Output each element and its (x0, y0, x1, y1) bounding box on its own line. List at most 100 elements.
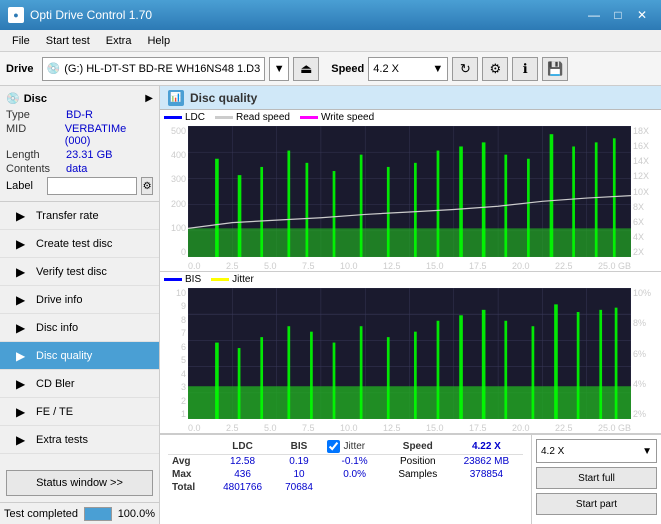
drive-label: Drive (6, 63, 34, 75)
drive-icon: 💿 (47, 62, 61, 75)
transfer-rate-icon: ▶ (16, 209, 30, 223)
progress-bar (85, 508, 111, 520)
speed-control: 4.2 X ▼ (536, 439, 657, 463)
disc-mid-row: MID VERBATIMe (000) (6, 123, 153, 147)
sidebar-item-drive-info[interactable]: ▶ Drive info (0, 286, 159, 314)
total-ldc: 4801766 (211, 481, 275, 494)
status-window-button[interactable]: Status window >> (6, 470, 153, 496)
sidebar-item-disc-info[interactable]: ▶ Disc info (0, 314, 159, 342)
save-button[interactable]: 💾 (542, 57, 568, 81)
bottom-chart: BIS Jitter (160, 272, 661, 434)
col-speed-value: 4.22 X (450, 439, 523, 455)
stats-table: LDC BIS Jitter Speed 4.22 X (168, 439, 523, 494)
speed-dropdown-arrow: ▼ (432, 63, 443, 75)
start-part-button[interactable]: Start part (536, 493, 657, 515)
disc-options-icon: ▶ (145, 93, 153, 104)
top-x-axis: 0.0 2.5 5.0 7.5 10.0 12.5 15.0 17.5 20.0… (188, 261, 631, 271)
speed-select[interactable]: 4.2 X ▼ (368, 57, 448, 81)
top-y-axis: 500 400 300 200 100 0 (160, 126, 186, 257)
disc-label-row: Label ⚙ (6, 177, 153, 195)
stats-table-container: LDC BIS Jitter Speed 4.22 X (160, 435, 531, 524)
toolbar: Drive 💿 (G:) HL-DT-ST BD-RE WH16NS48 1.D… (0, 52, 661, 86)
disc-quality-icon: ▶ (16, 349, 30, 363)
fe-te-icon: ▶ (16, 405, 30, 419)
sidebar-item-verify-test-disc[interactable]: ▶ Verify test disc (0, 258, 159, 286)
status-text: Test completed (4, 508, 78, 520)
disc-icon: 💿 (6, 92, 20, 105)
maximize-button[interactable]: □ (607, 5, 629, 25)
drive-text: (G:) HL-DT-ST BD-RE WH16NS48 1.D3 (64, 63, 260, 75)
bottom-y-axis: 10 9 8 7 6 5 4 3 2 1 (160, 288, 186, 419)
extra-tests-icon: ▶ (16, 433, 30, 447)
avg-ldc: 12.58 (211, 455, 275, 469)
col-speed-label: Speed (386, 439, 450, 455)
minimize-button[interactable]: — (583, 5, 605, 25)
sidebar-item-transfer-rate[interactable]: ▶ Transfer rate (0, 202, 159, 230)
drive-dropdown-btn[interactable]: ▼ (269, 57, 289, 81)
jitter-checkbox[interactable] (327, 440, 340, 453)
max-jitter: 0.0% (323, 468, 385, 481)
stats-max-row: Max 436 10 0.0% Samples 378854 (168, 468, 523, 481)
ldc-legend-color (164, 116, 182, 119)
sidebar-item-fe-te[interactable]: ▶ FE / TE (0, 398, 159, 426)
max-bis: 10 (275, 468, 324, 481)
info-button[interactable]: ℹ (512, 57, 538, 81)
chart-icon: 📊 (168, 90, 184, 106)
bottom-right-axis: 10% 8% 6% 4% 2% (633, 288, 661, 419)
refresh-button[interactable]: ↻ (452, 57, 478, 81)
speed-dropdown[interactable]: 4.2 X ▼ (536, 439, 657, 463)
chart-area: 📊 Disc quality LDC Read speed (160, 86, 661, 524)
legend-ldc: LDC (164, 112, 205, 123)
disc-mid-value: VERBATIMe (000) (65, 123, 153, 147)
progress-pct: 100.0% (118, 508, 155, 520)
bis-legend-color (164, 278, 182, 281)
disc-title: 💿 Disc (6, 92, 47, 105)
menubar: File Start test Extra Help (0, 30, 661, 52)
nav-items: ▶ Transfer rate ▶ Create test disc ▶ Ver… (0, 202, 159, 464)
disc-type-value: BD-R (66, 109, 93, 121)
titlebar-left: ● Opti Drive Control 1.70 (8, 7, 152, 23)
start-full-button[interactable]: Start full (536, 467, 657, 489)
speed-dropdown-value: 4.2 X (541, 446, 564, 457)
disc-label-input[interactable] (47, 177, 137, 195)
menu-start-test[interactable]: Start test (38, 33, 98, 49)
controls-panel: 4.2 X ▼ Start full Start part (531, 435, 661, 524)
sidebar: 💿 Disc ▶ Type BD-R MID VERBATIMe (000) L… (0, 86, 160, 524)
legend-bis: BIS (164, 274, 201, 285)
sidebar-item-cd-bler[interactable]: ▶ CD Bler (0, 370, 159, 398)
speed-dropdown-icon: ▼ (642, 446, 652, 457)
position-label: Position (386, 455, 450, 469)
settings-button[interactable]: ⚙ (482, 57, 508, 81)
progress-container (84, 507, 112, 521)
eject-button[interactable]: ⏏ (293, 57, 319, 81)
menu-help[interactable]: Help (139, 33, 178, 49)
read-speed-legend-color (215, 116, 233, 119)
top-chart-svg (188, 126, 631, 257)
sidebar-item-extra-tests[interactable]: ▶ Extra tests (0, 426, 159, 454)
disc-label-btn[interactable]: ⚙ (141, 177, 153, 195)
drive-selector[interactable]: 💿 (G:) HL-DT-ST BD-RE WH16NS48 1.D3 (42, 57, 266, 81)
close-button[interactable]: ✕ (631, 5, 653, 25)
cd-bler-icon: ▶ (16, 377, 30, 391)
position-value: 23862 MB (450, 455, 523, 469)
disc-info-icon: ▶ (16, 321, 30, 335)
disc-type-row: Type BD-R (6, 109, 153, 121)
write-speed-legend-color (300, 116, 318, 119)
legend-jitter: Jitter (211, 274, 254, 285)
top-legend: LDC Read speed Write speed (164, 112, 374, 123)
samples-label: Samples (386, 468, 450, 481)
chart-header: 📊 Disc quality (160, 86, 661, 110)
avg-label: Avg (168, 455, 211, 469)
col-bis: BIS (275, 439, 324, 455)
jitter-legend-color (211, 278, 229, 281)
menu-file[interactable]: File (4, 33, 38, 49)
bottom-legend: BIS Jitter (164, 274, 254, 285)
chart-title: Disc quality (190, 91, 257, 105)
total-bis: 70684 (275, 481, 324, 494)
menu-extra[interactable]: Extra (98, 33, 140, 49)
sidebar-item-disc-quality[interactable]: ▶ Disc quality (0, 342, 159, 370)
speed-label: Speed (331, 63, 364, 75)
status-bar: Test completed 100.0% (0, 502, 159, 524)
max-ldc: 436 (211, 468, 275, 481)
sidebar-item-create-test-disc[interactable]: ▶ Create test disc (0, 230, 159, 258)
